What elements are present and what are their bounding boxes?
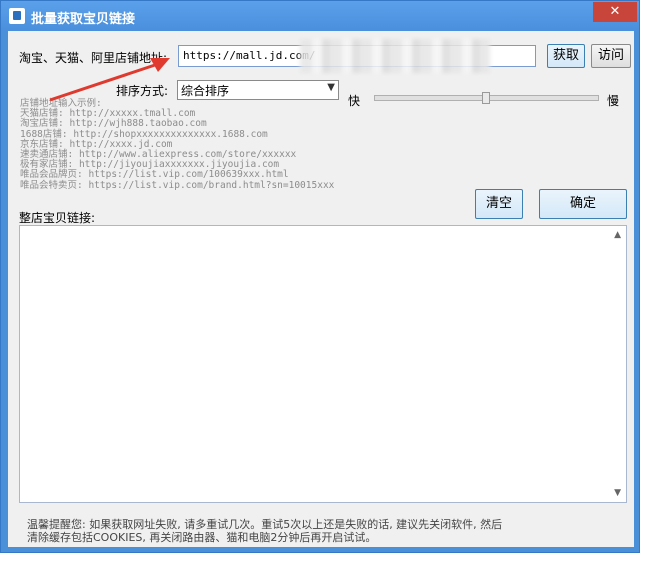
scroll-down-icon[interactable]: ▼	[614, 488, 621, 498]
title-bar[interactable]: 批量获取宝贝链接 ✕	[1, 1, 639, 31]
notice-text: 温馨提醒您: 如果获取网址失败, 请多重试几次。重试5次以上还是失败的话, 建议…	[27, 518, 502, 544]
speed-fast-label: 快	[348, 94, 361, 108]
redacted-region	[300, 39, 490, 73]
speed-slow-label: 慢	[607, 94, 620, 108]
fetch-button[interactable]: 获取	[547, 44, 585, 68]
results-textarea[interactable]: ▲ ▼	[19, 225, 627, 503]
sort-label: 排序方式:	[116, 84, 169, 98]
scroll-up-icon[interactable]: ▲	[614, 230, 621, 240]
sort-select[interactable]: 综合排序 ▼	[177, 80, 339, 100]
examples-block: 店铺地址输入示例: 天猫店铺: http://xxxxx.tmall.com 淘…	[20, 98, 335, 191]
results-label: 整店宝贝链接:	[19, 211, 96, 225]
speed-slider-thumb[interactable]	[481, 92, 490, 104]
background-strip	[640, 0, 647, 561]
app-icon	[9, 8, 25, 24]
shop-url-label: 淘宝、天猫、阿里店铺地址:	[19, 51, 168, 65]
client-area: 淘宝、天猫、阿里店铺地址: https://mall.jd.com/ 获取 访问…	[8, 31, 634, 547]
clear-button[interactable]: 清空	[475, 189, 523, 219]
app-window: 批量获取宝贝链接 ✕ 淘宝、天猫、阿里店铺地址: https://mall.jd…	[0, 0, 640, 553]
example-line: 唯品会特卖页: https://list.vip.com/brand.html?…	[20, 179, 335, 191]
visit-button[interactable]: 访问	[591, 44, 631, 68]
close-button[interactable]: ✕	[593, 2, 637, 22]
notice-line: 清除缓存包括COOKIES, 再关闭路由器、猫和电脑2分钟后再开启试试。	[27, 531, 377, 544]
window-title: 批量获取宝贝链接	[31, 12, 136, 27]
sort-selected-value: 综合排序	[181, 84, 230, 98]
confirm-button[interactable]: 确定	[539, 189, 627, 219]
chevron-down-icon: ▼	[327, 82, 335, 93]
notice-line: 温馨提醒您: 如果获取网址失败, 请多重试几次。重试5次以上还是失败的话, 建议…	[27, 518, 503, 531]
